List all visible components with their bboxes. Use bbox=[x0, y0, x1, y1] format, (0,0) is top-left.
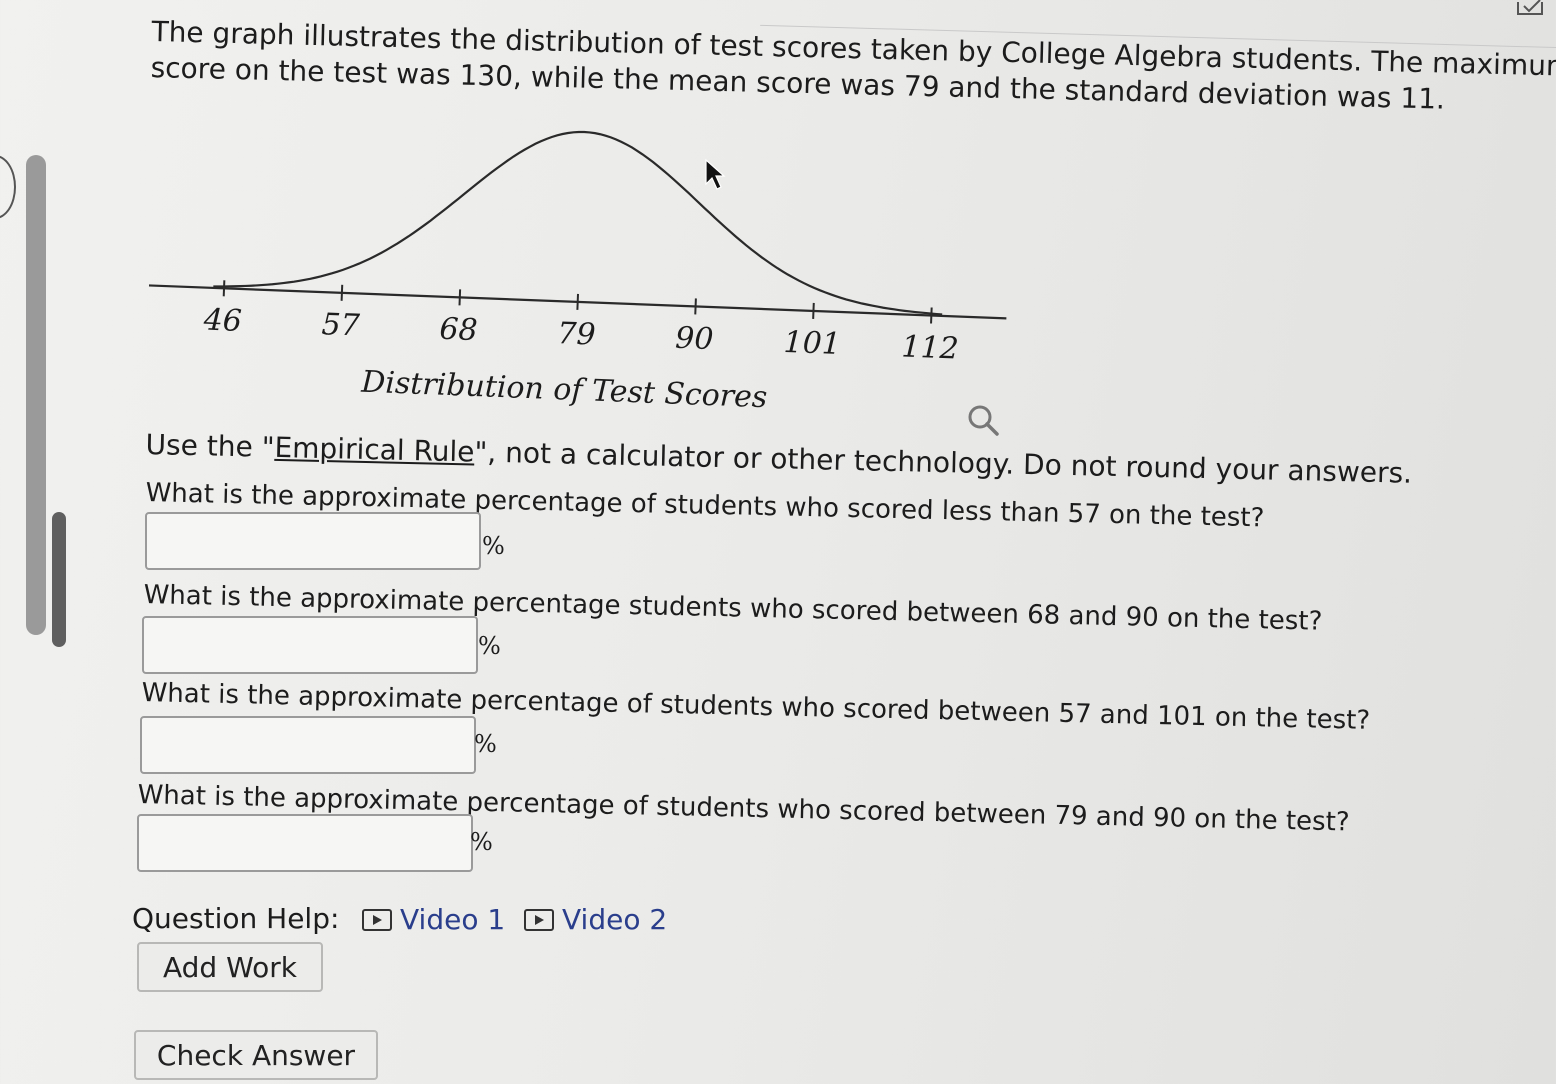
question-help-label: Question Help: bbox=[132, 902, 340, 935]
x-tick bbox=[222, 280, 226, 297]
answer-input-4[interactable] bbox=[137, 814, 473, 872]
percent-unit-1: % bbox=[482, 532, 505, 560]
video-icon bbox=[362, 908, 392, 931]
video-2-link[interactable]: Video 2 bbox=[524, 903, 667, 936]
empirical-rule-link[interactable]: Empirical Rule bbox=[274, 431, 475, 469]
x-tick-label: 57 bbox=[321, 307, 361, 343]
percent-unit-2: % bbox=[478, 632, 501, 660]
check-answer-button[interactable]: Check Answer bbox=[134, 1030, 378, 1080]
instructions: Use the "Empirical Rule", not a calculat… bbox=[145, 428, 1412, 490]
video-2-label: Video 2 bbox=[562, 903, 668, 936]
bell-curve bbox=[213, 130, 943, 316]
instructions-suffix: ", not a calculator or other technology.… bbox=[474, 435, 1413, 490]
x-tick-label: 112 bbox=[901, 329, 960, 366]
x-tick bbox=[576, 293, 579, 310]
x-tick bbox=[930, 307, 933, 324]
instructions-prefix: Use the " bbox=[145, 428, 275, 464]
x-tick bbox=[694, 298, 697, 315]
checkbox-icon[interactable] bbox=[1512, 0, 1552, 20]
percent-unit-3: % bbox=[474, 730, 497, 758]
normal-distribution-chart: 46 57 68 79 90 101 112 Distribution of Test Sc… bbox=[148, 130, 1007, 416]
search-icon[interactable] bbox=[965, 402, 1001, 438]
x-tick bbox=[458, 289, 462, 306]
percent-unit-4: % bbox=[470, 828, 493, 856]
scrollbar-thumb[interactable] bbox=[52, 512, 66, 647]
x-tick-label: 90 bbox=[675, 321, 715, 357]
cursor-arrow-icon bbox=[705, 158, 726, 190]
x-tick-label: 101 bbox=[783, 325, 842, 362]
answer-input-2[interactable] bbox=[142, 616, 478, 674]
x-tick bbox=[340, 284, 344, 301]
answer-input-1[interactable] bbox=[145, 512, 481, 570]
edge-arc-decoration bbox=[0, 155, 16, 219]
x-tick-label: 68 bbox=[439, 312, 479, 348]
scrollbar-track[interactable] bbox=[26, 155, 46, 635]
problem-intro: The graph illustrates the distribution o… bbox=[150, 14, 1556, 121]
video-1-label: Video 1 bbox=[400, 903, 506, 936]
video-1-link[interactable]: Video 1 bbox=[362, 903, 505, 936]
x-tick-label: 79 bbox=[557, 316, 597, 352]
x-axis-label: Distribution of Test Scores bbox=[360, 365, 768, 416]
add-work-button[interactable]: Add Work bbox=[137, 942, 323, 992]
x-tick-label: 46 bbox=[202, 303, 243, 339]
video-icon bbox=[524, 908, 554, 931]
x-tick bbox=[812, 302, 815, 319]
answer-input-3[interactable] bbox=[140, 716, 476, 774]
